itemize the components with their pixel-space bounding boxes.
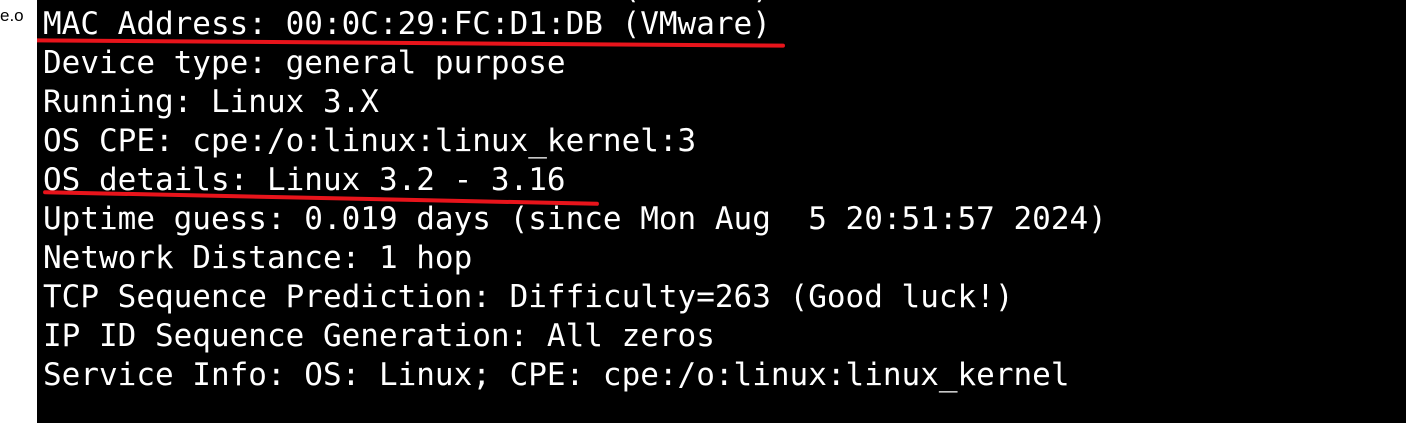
- terminal-line-os-cpe: OS CPE: cpe:/o:linux:linux_kernel:3: [43, 123, 697, 159]
- terminal-line-uptime-guess: Uptime guess: 0.019 days (since Mon Aug …: [43, 201, 1107, 237]
- mac-address-text: MAC Address: 00:0C:29:FC:D1:DB (VMware): [43, 6, 771, 42]
- terminal-line-device-type: Device type: general purpose: [43, 45, 566, 81]
- clipped-text-fragment: e.o: [0, 6, 24, 25]
- terminal-line-mac-address: MAC Address: 00:0C:29:FC:D1:DB (VMware): [43, 5, 1107, 44]
- terminal-window[interactable]: MAC Address: 00:0C:29:FC:D1:DB (VMware) …: [37, 0, 1406, 423]
- terminal-line-network-distance: Network Distance: 1 hop: [43, 240, 473, 276]
- terminal-line-running: Running: Linux 3.X: [43, 84, 379, 120]
- screenshot-page: e.o MAC Address: 00:0C:29:FC:D1:DB (VMwa…: [0, 0, 1406, 423]
- terminal-line-service-info: Service Info: OS: Linux; CPE: cpe:/o:lin…: [43, 357, 1070, 393]
- terminal-line-tcp-sequence: TCP Sequence Prediction: Difficulty=263 …: [43, 279, 1014, 315]
- terminal-line-ip-id-sequence: IP ID Sequence Generation: All zeros: [43, 318, 715, 354]
- terminal-output: MAC Address: 00:0C:29:FC:D1:DB (VMware) …: [43, 5, 1107, 395]
